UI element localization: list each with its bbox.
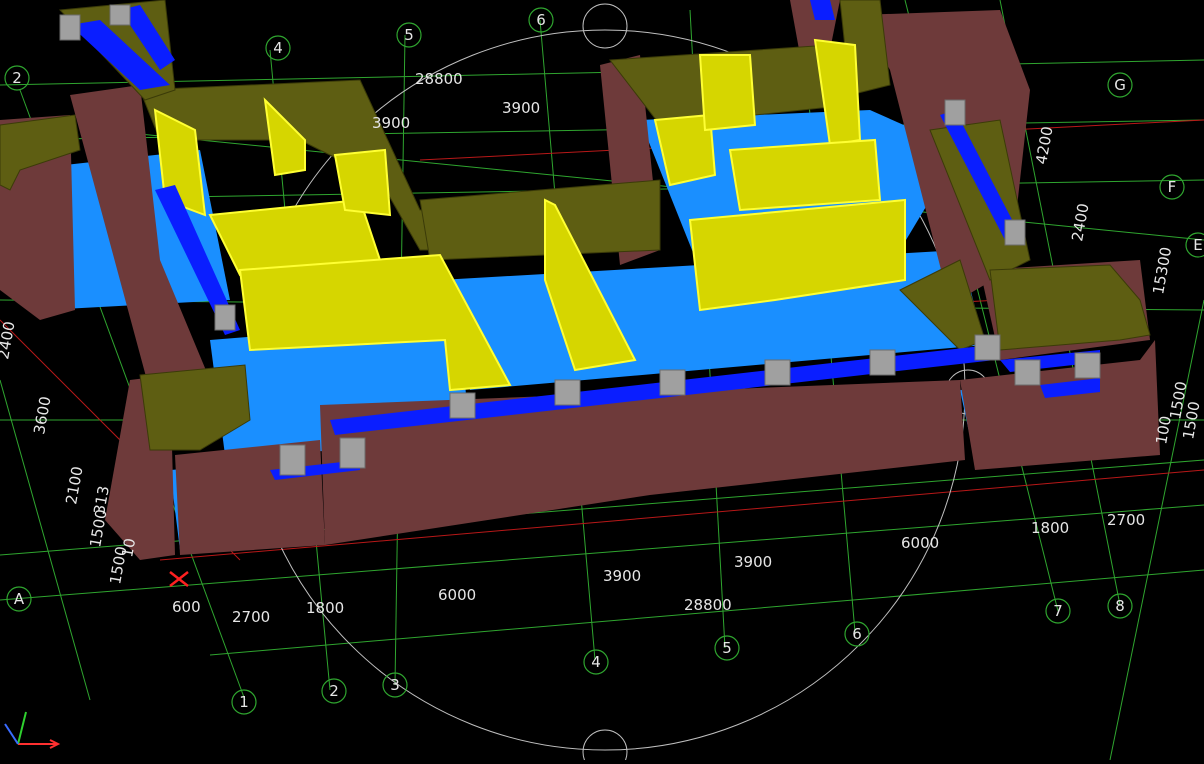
axis-top-5: 5 <box>404 26 414 44</box>
axis-8: 8 <box>1115 597 1125 615</box>
dim-front-7: 1800 <box>1031 519 1069 537</box>
axis-2: 2 <box>329 682 339 700</box>
dim-front-6: 6000 <box>901 534 939 552</box>
x-mark-icon <box>169 571 189 587</box>
axis-G: G <box>1114 76 1126 94</box>
dim-front-2: 1800 <box>306 599 344 617</box>
axis-3: 3 <box>390 676 400 694</box>
dim-front-3: 6000 <box>438 586 476 604</box>
cad-3d-viewport[interactable]: 600 2700 1800 6000 3900 3900 6000 1800 2… <box>0 0 1204 764</box>
dim-left-5: 10 <box>118 537 139 559</box>
dim-left-1: 3600 <box>30 395 54 436</box>
axis-6: 6 <box>852 625 862 643</box>
dim-front-5: 3900 <box>734 553 772 571</box>
axis-1: 1 <box>239 693 249 711</box>
model-space: 600 2700 1800 6000 3900 3900 6000 1800 2… <box>0 0 1204 764</box>
ucs-axis-triad-icon[interactable] <box>4 711 61 749</box>
axis-E: E <box>1193 236 1202 254</box>
axis-top-4: 4 <box>273 39 283 57</box>
axis-top-2: 2 <box>12 69 22 87</box>
dim-left-0: 2400 <box>0 320 19 361</box>
axis-5: 5 <box>722 639 732 657</box>
dim-left-2: 2100 <box>62 465 86 506</box>
dim-front-1: 2700 <box>232 608 270 626</box>
dim-front-8: 2700 <box>1107 511 1145 529</box>
dim-back-total: 28800 <box>415 70 463 88</box>
dim-right-0: 4200 <box>1032 125 1056 166</box>
dim-front-0: 600 <box>172 598 201 616</box>
axis-A: A <box>14 590 25 608</box>
axis-7: 7 <box>1053 602 1063 620</box>
axis-F: F <box>1168 178 1177 196</box>
dim-back-2: 3900 <box>372 114 410 132</box>
axis-top-6: 6 <box>536 11 546 29</box>
dim-right-1: 2400 <box>1068 202 1092 243</box>
dim-back-1: 3900 <box>502 99 540 117</box>
dim-front-4: 3900 <box>603 567 641 585</box>
dim-right-2: 15300 <box>1149 246 1175 296</box>
dim-right-6: 100 <box>1152 414 1175 445</box>
dim-front-total: 28800 <box>684 596 732 614</box>
axis-4: 4 <box>591 653 601 671</box>
